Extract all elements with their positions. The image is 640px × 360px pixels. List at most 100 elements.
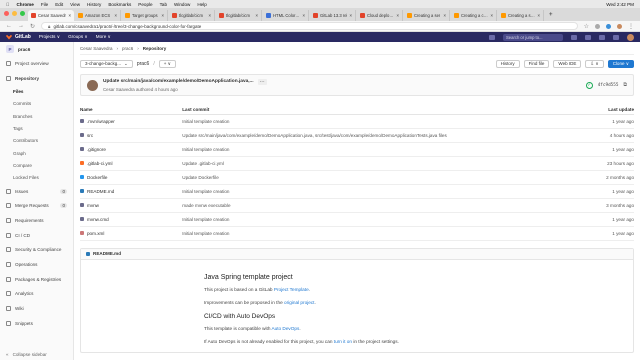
commit-author-avatar[interactable] <box>87 79 98 91</box>
projects-menu[interactable]: Projects ∨ <box>39 34 60 40</box>
file-name[interactable]: mvnw <box>87 203 99 208</box>
browser-tab[interactable]: Creating a serv × <box>498 10 544 21</box>
sidebar-item-project-overview[interactable]: Project overview <box>0 56 73 71</box>
sidebar-item-merge-requests[interactable]: Merge Requests 0 <box>0 198 73 213</box>
sidebar-subitem-compare[interactable]: Compare <box>0 159 73 171</box>
table-row[interactable]: Dockerfile Update Dockerfile 2 months ago <box>80 170 634 185</box>
sidebar-project-header[interactable]: P prac6 <box>0 42 73 56</box>
file-name[interactable]: README.md <box>87 189 114 194</box>
sidebar-item-analytics[interactable]: Analytics <box>0 287 73 302</box>
sidebar-item-ci-cd[interactable]: CI / CD <box>0 228 73 243</box>
close-window-icon[interactable] <box>4 11 9 16</box>
table-row[interactable]: README.md Initial template creation 1 year… <box>80 184 634 199</box>
table-row[interactable]: mvnw.cmd Initial template creation 1 year … <box>80 212 634 227</box>
commit-link[interactable]: Initial template creation <box>182 226 553 241</box>
browser-tab[interactable]: HTML Color Na × <box>263 10 309 21</box>
menu-help[interactable]: Help <box>197 2 206 7</box>
collapse-sidebar-button[interactable]: «Collapse sidebar <box>6 352 47 357</box>
sidebar-subitem-tags[interactable]: Tags <box>0 122 73 134</box>
file-name[interactable]: .gitignore <box>87 147 106 152</box>
apple-menu-icon[interactable]:  <box>6 2 9 7</box>
sidebar-item-wiki[interactable]: Wiki <box>0 301 73 316</box>
browser-tab[interactable]: tlcgitlab/cicm × <box>216 10 262 21</box>
extension-icon[interactable] <box>595 23 600 29</box>
commit-link[interactable]: Initial template creation <box>182 212 553 227</box>
browser-tab[interactable]: Cloud deploym × <box>357 10 403 21</box>
menu-file[interactable]: File <box>41 2 48 7</box>
menu-bookmarks[interactable]: Bookmarks <box>108 2 131 7</box>
original-project-link[interactable]: original project <box>284 300 315 305</box>
sidebar-item-repository[interactable]: Repository <box>0 71 73 86</box>
gitlab-logo[interactable]: GitLab <box>6 34 31 40</box>
profile-icon[interactable] <box>617 23 622 29</box>
readme-filename[interactable]: README.md <box>93 251 121 256</box>
table-row[interactable]: src Update src/main/java/com/example/demo… <box>80 128 634 143</box>
file-name[interactable]: mvnw.cmd <box>87 217 109 222</box>
file-name[interactable]: Dockerfile <box>87 175 107 180</box>
todo-icon[interactable] <box>599 34 605 40</box>
plus-icon[interactable] <box>489 34 495 40</box>
table-row[interactable]: mvnw made mvnw executable 3 months ago <box>80 198 634 213</box>
reload-icon[interactable]: ↻ <box>30 23 35 30</box>
web-ide-button[interactable]: Web IDE <box>553 59 582 68</box>
sidebar-subitem-locked-files[interactable]: Locked Files <box>0 171 73 183</box>
user-avatar[interactable] <box>627 33 634 41</box>
sidebar-item-packages[interactable]: Packages & Registries <box>0 272 73 287</box>
minimize-window-icon[interactable] <box>12 11 17 16</box>
issues-icon[interactable] <box>571 34 577 40</box>
url-input[interactable]: 🔒︎ gitlab.com/csaavedra1/prac6/-/tree/3-… <box>41 22 578 30</box>
commit-link[interactable]: Initial template creation <box>182 184 553 199</box>
repo-path[interactable]: prac6 <box>137 61 150 67</box>
browser-tab[interactable]: tlcgitlab/cicm × <box>169 10 215 21</box>
browser-tab[interactable]: Creating a ser × <box>404 10 450 21</box>
history-button[interactable]: History <box>495 59 520 68</box>
breadcrumb-project[interactable]: prac6 <box>122 46 133 51</box>
table-row[interactable]: .gitignore Initial template creation 1 yea… <box>80 142 634 157</box>
maximize-window-icon[interactable] <box>20 11 25 16</box>
sidebar-item-operations[interactable]: Operations <box>0 257 73 272</box>
sidebar-subitem-branches[interactable]: Branches <box>0 110 73 122</box>
close-tab-icon[interactable]: × <box>209 13 211 18</box>
commit-sha[interactable]: 4fc9d555 <box>598 83 619 88</box>
table-row[interactable]: .mvn/wrapper Initial template creation 1 y… <box>80 114 634 129</box>
find-file-button[interactable]: Find file <box>523 59 550 68</box>
more-menu[interactable]: More ∨ <box>96 34 111 40</box>
close-tab-icon[interactable]: × <box>303 13 305 18</box>
commit-link[interactable]: Update Dockerfile <box>182 170 553 185</box>
extension-icon[interactable] <box>606 23 611 29</box>
auto-devops-link[interactable]: Auto DevOps <box>271 326 299 331</box>
search-input[interactable]: Search or jump to... <box>503 33 563 41</box>
back-icon[interactable]: ← <box>6 23 12 29</box>
clone-button[interactable]: Clone ∨ <box>607 59 634 68</box>
project-template-link[interactable]: Project Template <box>274 287 309 292</box>
bookmark-star-icon[interactable]: ☆ <box>584 23 589 30</box>
sidebar-subitem-commits[interactable]: Commits <box>0 98 73 110</box>
menu-people[interactable]: People <box>138 2 152 7</box>
menu-history[interactable]: History <box>87 2 101 7</box>
menu-view[interactable]: View <box>70 2 80 7</box>
file-name[interactable]: src <box>87 133 93 138</box>
breadcrumb-namespace[interactable]: Cesar Saavedra <box>80 46 113 51</box>
close-tab-icon[interactable]: × <box>115 13 117 18</box>
file-name[interactable]: pom.xml <box>87 231 104 236</box>
browser-tab[interactable]: Creating a clust × <box>451 10 497 21</box>
close-tab-icon[interactable]: × <box>538 13 540 18</box>
commit-link[interactable]: made mvnw executable <box>182 198 553 213</box>
browser-menu-icon[interactable]: ⋮ <box>628 23 634 30</box>
menu-tab[interactable]: Tab <box>160 2 167 7</box>
menu-window[interactable]: Window <box>174 2 190 7</box>
browser-tab[interactable]: Amazon ECS × <box>75 10 121 21</box>
close-tab-icon[interactable]: × <box>444 13 446 18</box>
browser-tab[interactable]: GitLab 13.3 rel × <box>310 10 356 21</box>
close-tab-icon[interactable]: × <box>491 13 493 18</box>
close-tab-icon[interactable]: × <box>256 13 258 18</box>
breadcrumb-current[interactable]: Repository <box>143 46 167 51</box>
commit-link[interactable]: Update .gitlab-ci.yml <box>182 156 553 171</box>
groups-menu[interactable]: Groups ∨ <box>68 34 88 40</box>
commit-author[interactable]: Cesar Saavedra <box>103 87 135 92</box>
add-file-dropdown[interactable]: + ∨ <box>158 59 176 68</box>
branch-selector[interactable]: 3-change-backg... ⌄ <box>80 59 133 68</box>
copy-sha-icon[interactable]: ⧉ <box>623 82 627 88</box>
table-row[interactable]: pom.xml Initial template creation 1 year a… <box>80 226 634 241</box>
sidebar-subitem-contributors[interactable]: Contributors <box>0 135 73 147</box>
